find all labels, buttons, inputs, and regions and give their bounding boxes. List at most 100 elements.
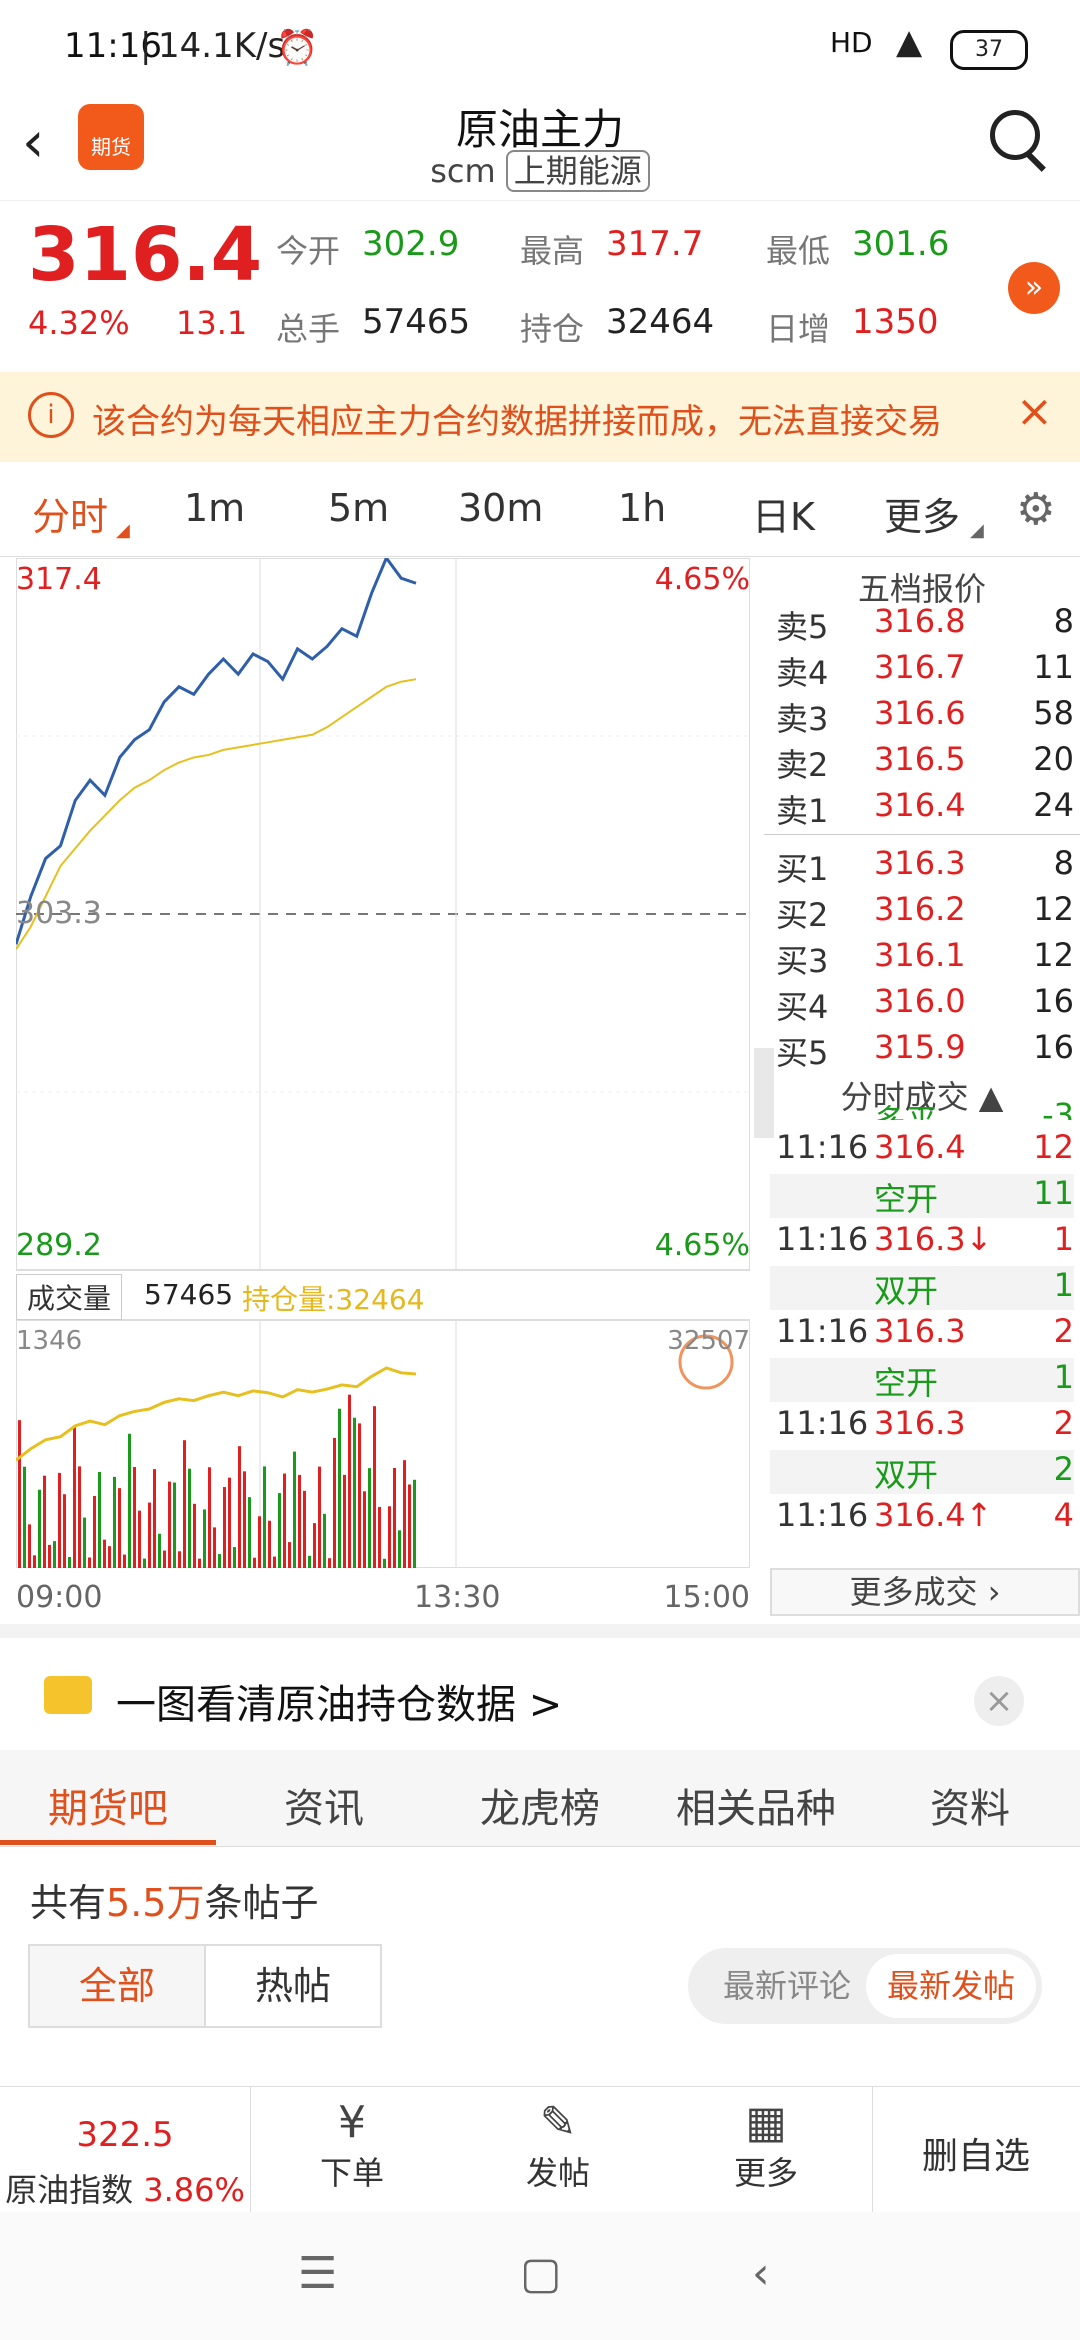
trade-qty: 1 (1053, 1266, 1074, 1304)
volume-bar (233, 1547, 236, 1568)
high-value: 317.7 (606, 224, 704, 264)
volume-label[interactable]: 成交量 (16, 1274, 123, 1320)
time-end: 15:00 (663, 1580, 750, 1615)
close-icon[interactable]: × (1016, 386, 1053, 437)
ask-row: 卖4 316.7 11 (770, 648, 1074, 692)
battery-icon: 37 (950, 30, 1028, 70)
period-tabs: 分时 ◢ 1m 5m 30m 1h 日K 更多 ◢ ⚙ (0, 462, 1080, 557)
remove-watchlist-button[interactable]: 删自选 (922, 2127, 1030, 2179)
divider (872, 2087, 873, 2213)
tab-1m[interactable]: 1m (184, 486, 245, 530)
trade-price: 316.4↑ (874, 1496, 993, 1534)
more-button[interactable]: ▦ 更多 (666, 2097, 866, 2207)
promo-text[interactable]: 一图看清原油持仓数据 > (116, 1672, 562, 1730)
tab-related[interactable]: 相关品种 (676, 1776, 836, 1834)
index-price[interactable]: 322.5 (0, 2115, 250, 2155)
tab-ranking[interactable]: 龙虎榜 (480, 1776, 600, 1834)
volume-bar (83, 1517, 86, 1568)
tab-5m[interactable]: 5m (328, 486, 389, 530)
volume-bar (148, 1502, 151, 1568)
contract-code: scm (430, 152, 496, 190)
volume-bar (193, 1503, 196, 1568)
intraday-chart[interactable]: 317.4 4.65% 303.3 289.2 4.65% 成交量 57465 … (14, 554, 774, 1569)
volume-bar (348, 1394, 351, 1568)
volume-bar (28, 1524, 31, 1568)
trade-tag: 多平 (874, 1096, 938, 1120)
trade-row: 11:16 316.4↑ 4 (770, 1496, 1074, 1540)
ask-qty: 58 (1033, 694, 1074, 732)
close-icon[interactable]: × (974, 1676, 1024, 1726)
exchange-tag: 上期能源 (505, 150, 650, 192)
ask-price: 316.5 (874, 740, 966, 778)
sort-latest-post[interactable]: 最新发帖 (866, 1954, 1036, 2018)
open-interest-label: 持仓 (520, 310, 585, 348)
ask-price: 316.4 (874, 786, 966, 824)
posts-section: 共有5.5万条帖子 全部 热帖 最新评论 最新发帖 (0, 1848, 1080, 2088)
menu-icon[interactable]: ☰ (298, 2248, 337, 2299)
tab-more[interactable]: 更多 (884, 486, 960, 541)
volume-bar (118, 1488, 121, 1568)
trade-tag: 双开 (874, 1456, 939, 1494)
volume-bar (288, 1542, 291, 1568)
volume-bar (388, 1506, 391, 1568)
volume-bar (328, 1558, 331, 1568)
search-icon[interactable] (990, 110, 1040, 160)
bid-qty: 8 (1053, 844, 1074, 882)
expand-quote-icon[interactable]: » (1008, 262, 1060, 314)
volume-bar (368, 1468, 371, 1568)
trade-qty: 1 (1053, 1358, 1074, 1396)
back-nav-icon[interactable]: ‹ (752, 2248, 770, 2299)
trade-row: 11:16 316.3 2 (770, 1404, 1074, 1448)
index-name[interactable]: 原油指数 3.86% (0, 2165, 250, 2211)
tab-news[interactable]: 资讯 (284, 1776, 364, 1834)
volume-bar (63, 1494, 66, 1568)
volume-bar (283, 1473, 286, 1568)
volume-bar (208, 1467, 211, 1568)
order-button[interactable]: ¥ 下单 (252, 2097, 452, 2207)
tab-30m[interactable]: 30m (458, 486, 543, 530)
gear-icon[interactable]: ⚙ (1016, 484, 1055, 535)
volume-bar (158, 1533, 161, 1568)
volume-bar (38, 1489, 41, 1568)
volume-bar (363, 1491, 366, 1568)
open-interest-value: 32464 (606, 302, 715, 342)
volume-bar (213, 1527, 216, 1568)
volume-bar (263, 1466, 266, 1568)
tab-forum[interactable]: 期货吧 (48, 1776, 168, 1834)
bid-price: 316.2 (874, 890, 966, 928)
filter-all[interactable]: 全部 (30, 1946, 206, 2026)
ask-qty: 11 (1033, 648, 1074, 686)
axis-bottom-pct: 4.65% (654, 1228, 750, 1263)
volume-bar (298, 1474, 301, 1568)
trade-qty: 2 (1053, 1450, 1074, 1488)
filter-hot[interactable]: 热帖 (206, 1946, 380, 2026)
home-icon[interactable]: ▢ (520, 2248, 562, 2299)
post-button[interactable]: ✎ 发帖 (458, 2097, 658, 2207)
trade-qty: 1 (1053, 1220, 1074, 1258)
volume-bar (78, 1466, 81, 1568)
volume-bar (173, 1482, 176, 1568)
volume-bar (143, 1558, 146, 1568)
volume-bar (373, 1406, 376, 1568)
promo-banner[interactable]: 一图看清原油持仓数据 > × (0, 1624, 1080, 1764)
volume-bar (68, 1556, 71, 1568)
axis-top-price: 317.4 (16, 562, 102, 597)
trade-time: 11:16 (776, 1220, 869, 1258)
tab-daily-k[interactable]: 日K (752, 486, 815, 541)
volume-bar (33, 1555, 36, 1568)
volume-bar (318, 1466, 321, 1568)
tab-data[interactable]: 资料 (930, 1776, 1010, 1834)
tab-1h[interactable]: 1h (618, 486, 666, 530)
ask-label: 卖5 (776, 608, 829, 646)
alarm-icon: ⏰ (276, 28, 319, 68)
more-trades-button[interactable]: 更多成交 › (770, 1568, 1080, 1616)
tab-intraday[interactable]: 分时 (32, 486, 108, 541)
sort-toggle: 最新评论 最新发帖 (688, 1948, 1042, 2024)
trade-qty: 4 (1053, 1496, 1074, 1534)
trade-time: 11:16 (776, 1128, 869, 1166)
volume-max: 1346 (16, 1326, 83, 1356)
ask-price: 316.8 (874, 602, 966, 640)
sort-latest-comment[interactable]: 最新评论 (702, 1954, 872, 2018)
notice-text: 该合约为每天相应主力合约数据拼接而成，无法直接交易 (92, 402, 942, 442)
volume-bar (248, 1497, 251, 1568)
